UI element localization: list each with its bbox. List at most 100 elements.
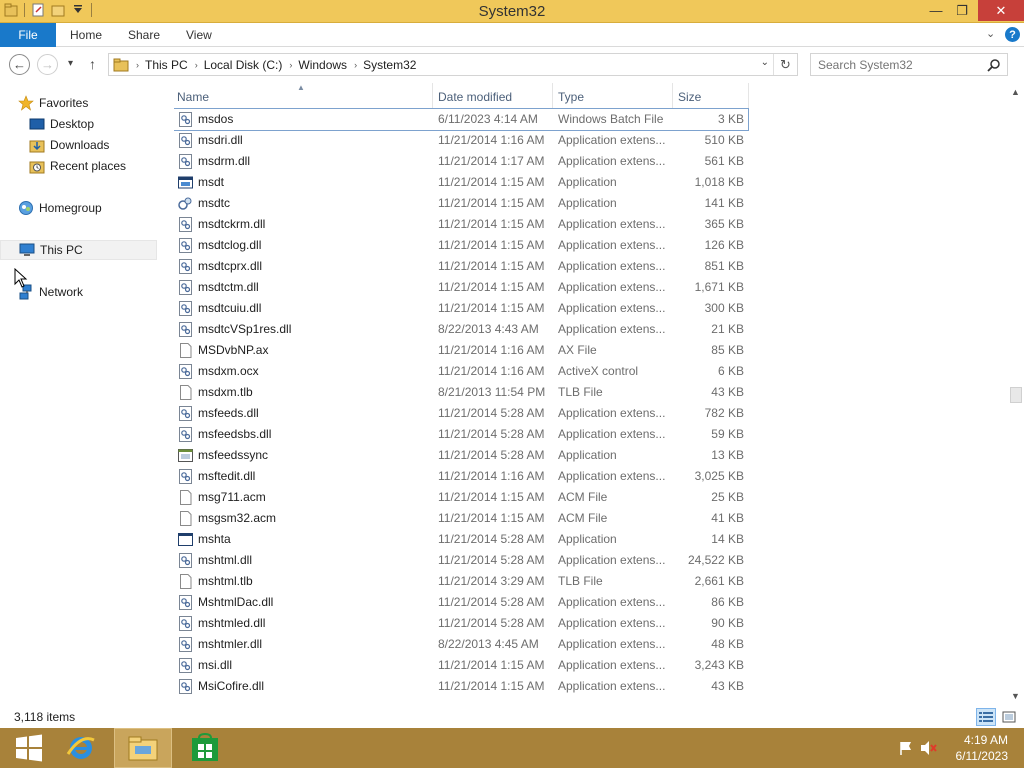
taskbar-file-explorer[interactable] <box>114 728 172 768</box>
large-icons-view-button[interactable] <box>999 708 1019 726</box>
address-bar[interactable]: › This PC › Local Disk (C:) › Windows › … <box>108 53 798 76</box>
file-row[interactable]: msdtcVSp1res.dll 8/22/2013 4:43 AM Applica… <box>174 319 748 340</box>
file-row[interactable]: MSDvbNP.ax 11/21/2014 1:16 AM AX File 85 KB <box>174 340 748 361</box>
nav-this-pc[interactable]: This PC <box>0 240 157 260</box>
file-row[interactable]: mshta 11/21/2014 5:28 AM Application 14 KB <box>174 529 748 550</box>
file-row[interactable]: msdtcprx.dll 11/21/2014 1:15 AM Applicatio… <box>174 256 748 277</box>
file-row[interactable]: msftedit.dll 11/21/2014 1:16 AM Applicatio… <box>174 466 748 487</box>
breadcrumb-windows[interactable]: Windows <box>298 58 347 72</box>
back-button[interactable]: ← <box>9 54 30 75</box>
file-row[interactable]: msfeeds.dll 11/21/2014 5:28 AM Application… <box>174 403 748 424</box>
start-button[interactable] <box>0 728 58 768</box>
file-name[interactable]: MshtmlDac.dll <box>198 595 273 609</box>
file-row[interactable]: MsiCofire.dll 11/21/2014 1:15 AM Applicati… <box>174 676 748 697</box>
file-row[interactable]: msdxm.ocx 11/21/2014 1:16 AM ActiveX contr… <box>174 361 748 382</box>
file-name[interactable]: mshtml.tlb <box>198 574 253 588</box>
column-header-size[interactable]: Size <box>678 90 701 104</box>
file-name[interactable]: mshtml.dll <box>198 553 252 567</box>
recent-locations-button[interactable]: ▾ <box>68 58 73 69</box>
breadcrumb-separator[interactable]: › <box>195 60 198 70</box>
file-row[interactable]: msdrm.dll 11/21/2014 1:17 AM Application e… <box>174 151 748 172</box>
file-row[interactable]: msgsm32.acm 11/21/2014 1:15 AM ACM File 41 … <box>174 508 748 529</box>
file-name[interactable]: msftedit.dll <box>198 469 255 483</box>
scroll-down-arrow[interactable]: ▼ <box>1011 691 1020 701</box>
breadcrumb-system32[interactable]: System32 <box>363 58 416 72</box>
file-name[interactable]: mshta <box>198 532 231 546</box>
file-row[interactable]: mshtmler.dll 8/22/2013 4:45 AM Application… <box>174 634 748 655</box>
file-name[interactable]: msdtckrm.dll <box>198 217 265 231</box>
nav-downloads[interactable]: Downloads <box>29 135 186 155</box>
up-button[interactable]: ↑ <box>89 56 96 72</box>
file-row[interactable]: mshtmled.dll 11/21/2014 5:28 AM Applicatio… <box>174 613 748 634</box>
search-box[interactable] <box>810 53 1008 76</box>
file-row[interactable]: msg711.acm 11/21/2014 1:15 AM ACM File 25 K… <box>174 487 748 508</box>
column-header-type[interactable]: Type <box>558 90 584 104</box>
file-row[interactable]: msfeedsbs.dll 11/21/2014 5:28 AM Applicati… <box>174 424 748 445</box>
file-row[interactable]: msdxm.tlb 8/21/2013 11:54 PM TLB File 43 KB <box>174 382 748 403</box>
file-name[interactable]: msfeedssync <box>198 448 268 462</box>
file-name[interactable]: msgsm32.acm <box>198 511 276 525</box>
file-name[interactable]: msdos <box>198 112 233 126</box>
breadcrumb-this-pc[interactable]: This PC <box>145 58 188 72</box>
file-row[interactable]: msdtclog.dll 11/21/2014 1:15 AM Applicatio… <box>174 235 748 256</box>
tab-file[interactable]: File <box>0 23 56 47</box>
file-name[interactable]: mshtmler.dll <box>198 637 262 651</box>
column-divider[interactable] <box>552 83 553 109</box>
action-center-flag-icon[interactable] <box>898 740 914 756</box>
nav-recent-places[interactable]: Recent places <box>29 156 186 176</box>
taskbar-internet-explorer[interactable] <box>52 728 110 768</box>
file-row[interactable]: msdos 6/11/2023 4:14 AM Windows Batch File… <box>174 108 749 131</box>
file-row[interactable]: mshtml.dll 11/21/2014 5:28 AM Application … <box>174 550 748 571</box>
breadcrumb-separator[interactable]: › <box>354 60 357 70</box>
file-row[interactable]: MshtmlDac.dll 11/21/2014 5:28 AM Applicati… <box>174 592 748 613</box>
file-row[interactable]: msfeedssync 11/21/2014 5:28 AM Application… <box>174 445 748 466</box>
column-divider[interactable] <box>432 83 433 109</box>
refresh-button[interactable]: ↻ <box>773 54 797 75</box>
expand-ribbon-button[interactable]: ⌄ <box>986 27 995 40</box>
file-name[interactable]: msdri.dll <box>198 133 243 147</box>
file-row[interactable]: msi.dll 11/21/2014 1:15 AM Application ext… <box>174 655 748 676</box>
details-view-button[interactable] <box>976 708 996 726</box>
file-name[interactable]: msdxm.tlb <box>198 385 253 399</box>
column-divider[interactable] <box>672 83 673 109</box>
column-header-date-modified[interactable]: Date modified <box>438 90 512 104</box>
tab-share[interactable]: Share <box>128 28 160 42</box>
breadcrumb-local-disk[interactable]: Local Disk (C:) <box>204 58 283 72</box>
file-name[interactable]: msg711.acm <box>198 490 266 504</box>
tab-home[interactable]: Home <box>70 28 102 42</box>
nav-network[interactable]: Network <box>18 282 175 302</box>
restore-button[interactable]: ❐ <box>948 0 976 21</box>
file-name[interactable]: msdxm.ocx <box>198 364 259 378</box>
file-name[interactable]: msdtc <box>198 196 230 210</box>
file-name[interactable]: msdtcuiu.dll <box>198 301 261 315</box>
address-dropdown-button[interactable]: ⌄ <box>761 57 769 68</box>
file-row[interactable]: msdri.dll 11/21/2014 1:16 AM Application e… <box>174 130 748 151</box>
scrollbar-thumb[interactable] <box>1010 387 1022 403</box>
file-name[interactable]: MSDvbNP.ax <box>198 343 268 357</box>
column-header-name[interactable]: Name <box>177 90 209 104</box>
breadcrumb-separator[interactable]: › <box>136 60 139 70</box>
close-button[interactable]: ✕ <box>978 0 1024 21</box>
breadcrumb-separator[interactable]: › <box>289 60 292 70</box>
file-name[interactable]: msi.dll <box>198 658 232 672</box>
tab-view[interactable]: View <box>186 28 212 42</box>
file-row[interactable]: msdt 11/21/2014 1:15 AM Application 1,018 K… <box>174 172 748 193</box>
search-input[interactable] <box>818 57 988 72</box>
file-name[interactable]: msdtctm.dll <box>198 280 259 294</box>
file-name[interactable]: MsiCofire.dll <box>198 679 264 693</box>
taskbar-store[interactable] <box>176 728 234 768</box>
volume-muted-icon[interactable] <box>920 740 938 756</box>
file-row[interactable]: msdtc 11/21/2014 1:15 AM Application 141 KB <box>174 193 748 214</box>
forward-button[interactable]: → <box>37 54 58 75</box>
file-row[interactable]: msdtckrm.dll 11/21/2014 1:15 AM Applicatio… <box>174 214 748 235</box>
nav-homegroup[interactable]: Homegroup <box>18 198 175 218</box>
file-name[interactable]: msdrm.dll <box>198 154 250 168</box>
nav-desktop[interactable]: Desktop <box>29 114 186 134</box>
minimize-button[interactable]: — <box>922 0 950 21</box>
nav-favorites[interactable]: Favorites <box>18 93 175 113</box>
scroll-up-arrow[interactable]: ▲ <box>1011 87 1020 97</box>
file-row[interactable]: msdtcuiu.dll 11/21/2014 1:15 AM Applicatio… <box>174 298 748 319</box>
file-row[interactable]: mshtml.tlb 11/21/2014 3:29 AM TLB File 2,66… <box>174 571 748 592</box>
column-divider[interactable] <box>748 83 749 109</box>
clock[interactable]: 4:19 AM 6/11/2023 <box>956 732 1009 764</box>
